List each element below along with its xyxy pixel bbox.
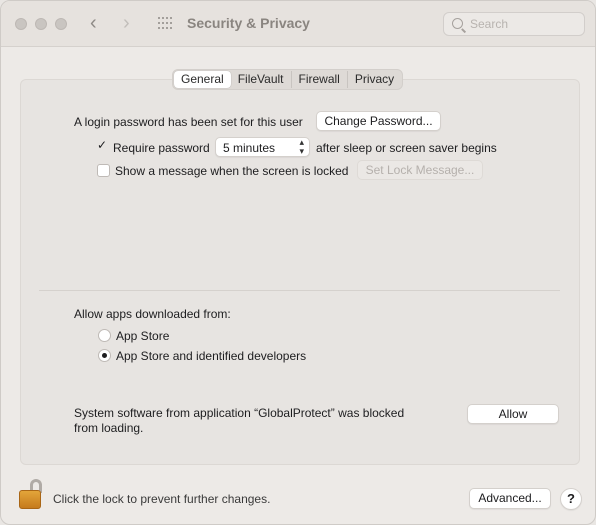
back-arrow-icon[interactable]: ‹ [90,12,97,34]
app-store-label: App Store [116,329,170,343]
show-message-checkbox[interactable] [97,164,110,177]
security-privacy-window: ‹ › Security & Privacy General FileVault… [0,0,596,525]
search-icon [452,18,463,29]
require-password-delay-popup[interactable]: 5 minutes ▴ ▾ [215,137,310,157]
tab-general[interactable]: General [174,71,231,88]
app-store-identified-label: App Store and identified developers [116,349,307,363]
lock-status-text: Click the lock to prevent further change… [53,492,271,506]
search-input[interactable] [470,16,580,32]
login-password-text: A login password has been set for this u… [74,115,303,129]
change-password-button[interactable]: Change Password... [316,111,441,131]
blocked-software-text: System software from application “Global… [74,406,405,420]
title-bar: ‹ › Security & Privacy [1,1,595,47]
advanced-button[interactable]: Advanced... [469,488,551,509]
minimize-window-button[interactable] [35,18,47,30]
search-field[interactable] [443,12,585,36]
lock-icon[interactable] [18,479,48,511]
after-sleep-text: after sleep or screen saver begins [316,141,497,155]
window-title: Security & Privacy [187,15,310,31]
close-window-button[interactable] [15,18,27,30]
forward-arrow-icon[interactable]: › [123,12,130,34]
chevron-up-down-icon: ▴ ▾ [299,137,304,156]
section-divider [39,290,560,291]
allow-button[interactable]: Allow [467,404,559,424]
blocked-software-text-continued: from loading. [74,421,144,435]
help-button[interactable]: ? [560,488,582,510]
tab-firewall[interactable]: Firewall [290,71,347,88]
app-store-identified-radio[interactable] [98,349,111,362]
set-lock-message-button[interactable]: Set Lock Message... [357,160,483,180]
zoom-window-button[interactable] [55,18,67,30]
allow-apps-label: Allow apps downloaded from: [74,307,231,321]
show-message-label: Show a message when the screen is locked [115,164,349,178]
tab-privacy[interactable]: Privacy [346,71,401,88]
tab-filevault[interactable]: FileVault [231,71,291,88]
show-all-grid-icon[interactable] [158,17,174,31]
checkmark-icon: ✓ [97,138,108,152]
delay-value: 5 minutes [223,141,276,155]
require-password-checkbox[interactable]: ✓ [96,138,109,153]
tab-bar: General FileVault Firewall Privacy [172,69,404,90]
require-password-label: Require password [113,141,210,155]
app-store-radio[interactable] [98,329,111,342]
